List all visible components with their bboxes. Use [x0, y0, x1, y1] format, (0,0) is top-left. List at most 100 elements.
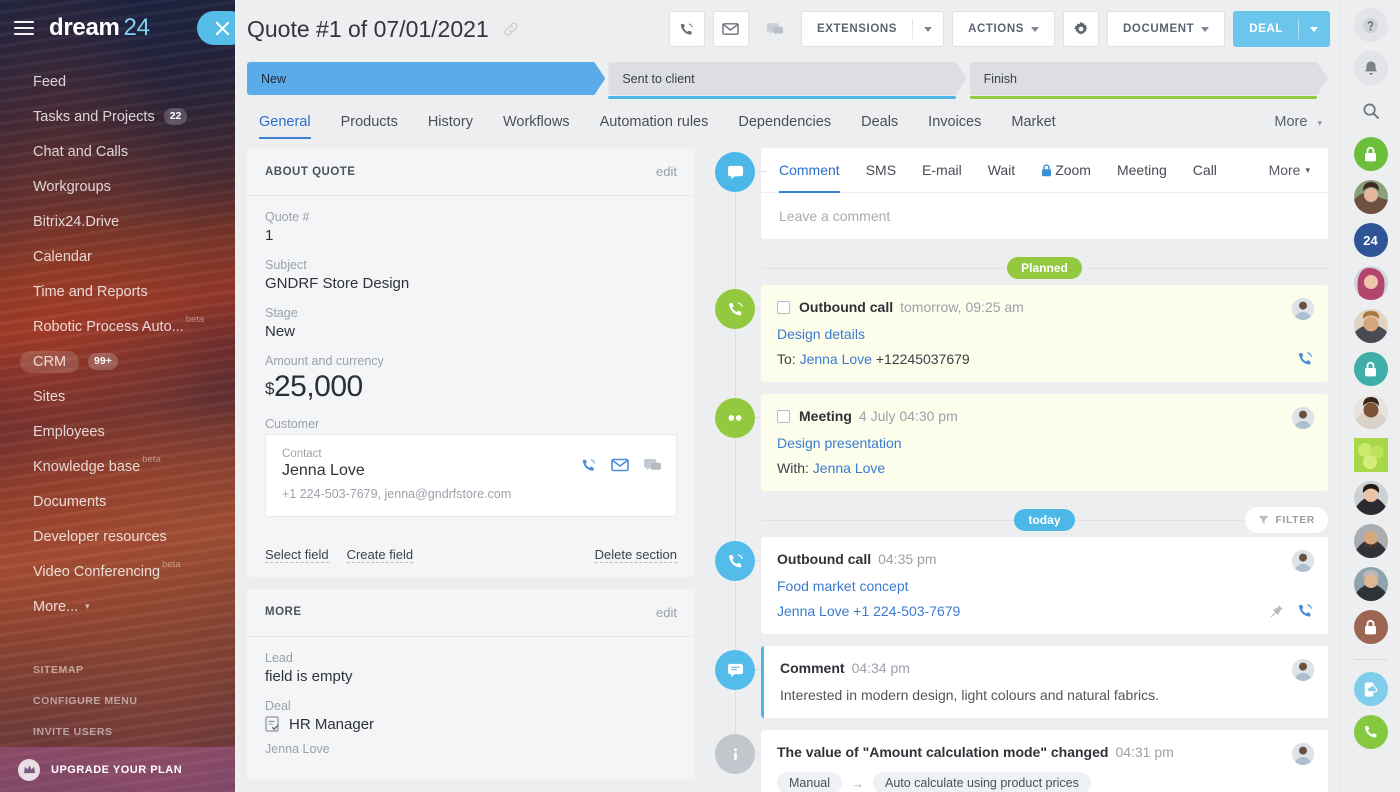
create-field-link[interactable]: Create field [347, 547, 413, 563]
sidebar-item-tasks-and-projects[interactable]: Tasks and Projects22 [0, 99, 235, 134]
sidebar-item-feed[interactable]: Feed [0, 64, 235, 99]
sidebar-item-video-conferencing[interactable]: Video Conferencingbeta [0, 554, 235, 589]
composer-tab-zoom[interactable]: Zoom [1041, 148, 1091, 193]
call-icon[interactable] [1354, 715, 1388, 749]
recipient-name[interactable]: Jenna Love [800, 351, 872, 367]
composer-tab-call[interactable]: Call [1193, 148, 1217, 193]
tab-dependencies[interactable]: Dependencies [738, 114, 831, 139]
tab-automation-rules[interactable]: Automation rules [600, 114, 709, 139]
amount-value[interactable]: $25,000 [265, 371, 677, 403]
lock-badge-teal[interactable] [1354, 352, 1388, 386]
sidebar-item-employees[interactable]: Employees [0, 414, 235, 449]
composer-tab-sms[interactable]: SMS [866, 148, 896, 193]
sidebar-item-calendar[interactable]: Calendar [0, 239, 235, 274]
lock-badge-brown[interactable] [1354, 610, 1388, 644]
activity-subject-link[interactable]: Food market concept [777, 578, 1310, 594]
avatar-5[interactable] [1354, 481, 1388, 515]
avatar[interactable] [1292, 298, 1314, 320]
contact-chat-icon[interactable] [643, 458, 662, 473]
composer-tab-comment[interactable]: Comment [779, 148, 840, 193]
composer-tab-meeting[interactable]: Meeting [1117, 148, 1167, 193]
activity-complete-checkbox[interactable] [777, 410, 790, 423]
close-sidebar-button[interactable] [197, 11, 235, 45]
email-button[interactable] [713, 11, 749, 47]
delete-section-link[interactable]: Delete section [595, 547, 677, 563]
call-button[interactable] [669, 11, 705, 47]
field-value[interactable]: New [265, 323, 677, 340]
avatar-1[interactable] [1354, 180, 1388, 214]
extensions-dropdown-arrow[interactable] [913, 12, 943, 46]
settings-button[interactable] [1063, 11, 1099, 47]
tab-general[interactable]: General [259, 114, 311, 139]
avatar-2[interactable] [1354, 266, 1388, 300]
sidebar-item-documents[interactable]: Documents [0, 484, 235, 519]
contact-call-icon[interactable] [580, 457, 597, 474]
sidebar-invite-users-link[interactable]: INVITE USERS [0, 716, 235, 747]
sidebar-item-time-and-reports[interactable]: Time and Reports [0, 274, 235, 309]
avatar-4[interactable] [1354, 395, 1388, 429]
avatar[interactable] [1292, 743, 1314, 765]
avatar-3[interactable] [1354, 309, 1388, 343]
portal-logo[interactable]: dream24 [49, 14, 150, 42]
stage-new[interactable]: New [247, 62, 605, 95]
sidebar-item-more[interactable]: More...▾ [0, 589, 235, 624]
bell-icon[interactable] [1354, 51, 1388, 85]
sidebar-item-bitrix24-drive[interactable]: Bitrix24.Drive [0, 204, 235, 239]
sidebar-item-chat-and-calls[interactable]: Chat and Calls [0, 134, 235, 169]
composer-tab-more[interactable]: More ▾ [1269, 148, 1310, 193]
tab-workflows[interactable]: Workflows [503, 114, 570, 139]
document-button[interactable]: DOCUMENT [1107, 11, 1225, 47]
avatar[interactable] [1292, 659, 1314, 681]
limes-avatar[interactable] [1354, 438, 1388, 472]
sidebar-item-sites[interactable]: Sites [0, 379, 235, 414]
bitrix24-badge[interactable]: 24 [1354, 223, 1388, 257]
participant-name[interactable]: Jenna Love [813, 460, 885, 476]
chat-button[interactable] [757, 11, 793, 47]
sidebar-configure-menu-link[interactable]: CONFIGURE MENU [0, 685, 235, 716]
call-back-icon[interactable] [1296, 350, 1314, 368]
field-value[interactable]: 1 [265, 227, 677, 244]
activity-card[interactable]: The value of "Amount calculation mode" c… [761, 730, 1328, 792]
deal-dropdown-arrow[interactable] [1299, 12, 1329, 46]
sidebar-item-developer-resources[interactable]: Developer resources [0, 519, 235, 554]
copy-link-icon[interactable] [503, 21, 519, 37]
tab-more[interactable]: More ▾ [1274, 114, 1322, 139]
contact-sync-icon[interactable] [1354, 672, 1388, 706]
about-quote-edit-link[interactable]: edit [656, 164, 677, 179]
more-card-edit-link[interactable]: edit [656, 605, 677, 620]
activity-complete-checkbox[interactable] [777, 301, 790, 314]
composer-tab-email[interactable]: E-mail [922, 148, 962, 193]
hamburger-menu-icon[interactable] [14, 21, 34, 35]
upgrade-plan-button[interactable]: UPGRADE YOUR PLAN [0, 747, 235, 792]
tab-history[interactable]: History [428, 114, 473, 139]
filter-button[interactable]: FILTER [1245, 507, 1328, 533]
help-icon[interactable] [1354, 8, 1388, 42]
search-icon[interactable] [1354, 94, 1388, 128]
avatar[interactable] [1292, 407, 1314, 429]
sidebar-item-workgroups[interactable]: Workgroups [0, 169, 235, 204]
tab-products[interactable]: Products [341, 114, 398, 139]
pin-icon[interactable] [1270, 604, 1284, 618]
activity-card[interactable]: Meeting 4 July 04:30 pm Design presentat… [761, 394, 1328, 491]
actions-button[interactable]: ACTIONS [952, 11, 1055, 47]
deal-button-group[interactable]: DEAL [1233, 11, 1330, 47]
sidebar-item-robotic-process-automation[interactable]: Robotic Process Auto...beta [0, 309, 235, 344]
extensions-button-group[interactable]: EXTENSIONS [801, 11, 944, 47]
contact-card[interactable]: Contact Jenna Love +1 224-503-7679, jenn… [265, 434, 677, 517]
avatar-6[interactable] [1354, 524, 1388, 558]
extensions-button[interactable]: EXTENSIONS [802, 12, 912, 46]
stage-sent-to-client[interactable]: Sent to client [608, 62, 966, 95]
select-field-link[interactable]: Select field [265, 547, 329, 563]
tab-deals[interactable]: Deals [861, 114, 898, 139]
comment-input[interactable]: Leave a comment [761, 193, 1328, 239]
contact-name-link[interactable]: Jenna Love [777, 603, 849, 619]
deal-button[interactable]: DEAL [1234, 12, 1298, 46]
sidebar-item-knowledge-base[interactable]: Knowledge basebeta [0, 449, 235, 484]
activity-subject-link[interactable]: Design presentation [777, 435, 1310, 451]
contact-email-icon[interactable] [611, 458, 629, 472]
sidebar-item-crm[interactable]: CRM99+ [0, 344, 235, 379]
tab-invoices[interactable]: Invoices [928, 114, 981, 139]
activity-subject-link[interactable]: Design details [777, 326, 1310, 342]
tab-market[interactable]: Market [1011, 114, 1055, 139]
activity-card[interactable]: Outbound call 04:35 pm Food market conce… [761, 537, 1328, 634]
